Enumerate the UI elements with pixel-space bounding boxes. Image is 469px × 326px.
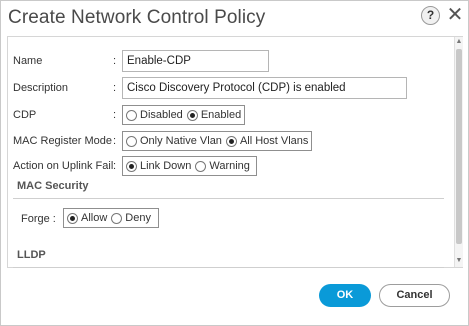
radio-selected-icon (67, 212, 78, 224)
name-input[interactable]: Enable-CDP (122, 50, 269, 72)
uplink-fail-label: Action on Uplink Fail (13, 160, 114, 172)
cdp-enabled-radio[interactable]: Enabled (186, 109, 242, 121)
lldp-divider (13, 267, 444, 268)
forge-allow-radio[interactable]: Allow (67, 212, 107, 224)
cdp-label: CDP (13, 109, 37, 121)
uplink-fail-colon: : (113, 160, 117, 172)
radio-unselected-icon (195, 160, 207, 172)
cdp-radio-group: Disabled Enabled (122, 105, 245, 125)
mac-register-mode-colon: : (113, 135, 117, 147)
cdp-disabled-radio[interactable]: Disabled (126, 109, 183, 121)
radio-unselected-icon (111, 212, 123, 224)
lldp-heading: LLDP (17, 249, 46, 261)
radio-selected-icon (225, 135, 237, 147)
mac-security-divider (13, 198, 444, 199)
only-native-vlan-radio[interactable]: Only Native Vlan (126, 135, 222, 147)
close-icon[interactable]: ✕ (445, 5, 465, 25)
name-label: Name (13, 55, 43, 67)
cdp-enabled-label: Enabled (200, 109, 242, 121)
radio-selected-icon (126, 160, 137, 172)
only-native-vlan-label: Only Native Vlan (140, 135, 222, 147)
description-colon: : (113, 82, 117, 94)
name-colon: : (113, 55, 117, 67)
mac-register-mode-radio-group: Only Native Vlan All Host Vlans (122, 131, 312, 151)
all-host-vlans-label: All Host Vlans (239, 135, 309, 147)
warning-label: Warning (209, 160, 250, 172)
radio-unselected-icon (126, 135, 137, 147)
link-down-radio[interactable]: Link Down (126, 160, 191, 172)
scroll-down-icon[interactable]: ▼ (455, 257, 463, 265)
scroll-thumb[interactable] (456, 49, 462, 244)
forge-label: Forge : (21, 213, 56, 225)
radio-selected-icon (186, 109, 198, 121)
forge-deny-radio[interactable]: Deny (111, 212, 151, 224)
cdp-colon: : (113, 109, 117, 121)
radio-unselected-icon (126, 109, 137, 121)
forge-radio-group: Allow Deny (63, 208, 159, 228)
forge-deny-label: Deny (125, 212, 151, 224)
create-network-control-policy-dialog: Create Network Control Policy ? ✕ ▲ ▼ Na… (0, 0, 469, 326)
description-input[interactable]: Cisco Discovery Protocol (CDP) is enable… (122, 77, 407, 99)
all-host-vlans-radio[interactable]: All Host Vlans (225, 135, 309, 147)
ok-button[interactable]: OK (319, 284, 371, 307)
cancel-button[interactable]: Cancel (379, 284, 450, 307)
mac-security-heading: MAC Security (17, 180, 89, 192)
forge-allow-label: Allow (81, 212, 108, 224)
scroll-up-icon[interactable]: ▲ (455, 38, 463, 46)
dialog-title: Create Network Control Policy (8, 7, 266, 28)
cdp-disabled-label: Disabled (140, 109, 183, 121)
help-icon[interactable]: ? (421, 6, 440, 25)
mac-register-mode-label: MAC Register Mode (13, 135, 113, 147)
vertical-scrollbar[interactable]: ▲ ▼ (454, 37, 463, 267)
link-down-label: Link Down (140, 160, 192, 172)
uplink-fail-radio-group: Link Down Warning (122, 156, 257, 176)
warning-radio[interactable]: Warning (195, 160, 250, 172)
description-label: Description (13, 82, 69, 94)
